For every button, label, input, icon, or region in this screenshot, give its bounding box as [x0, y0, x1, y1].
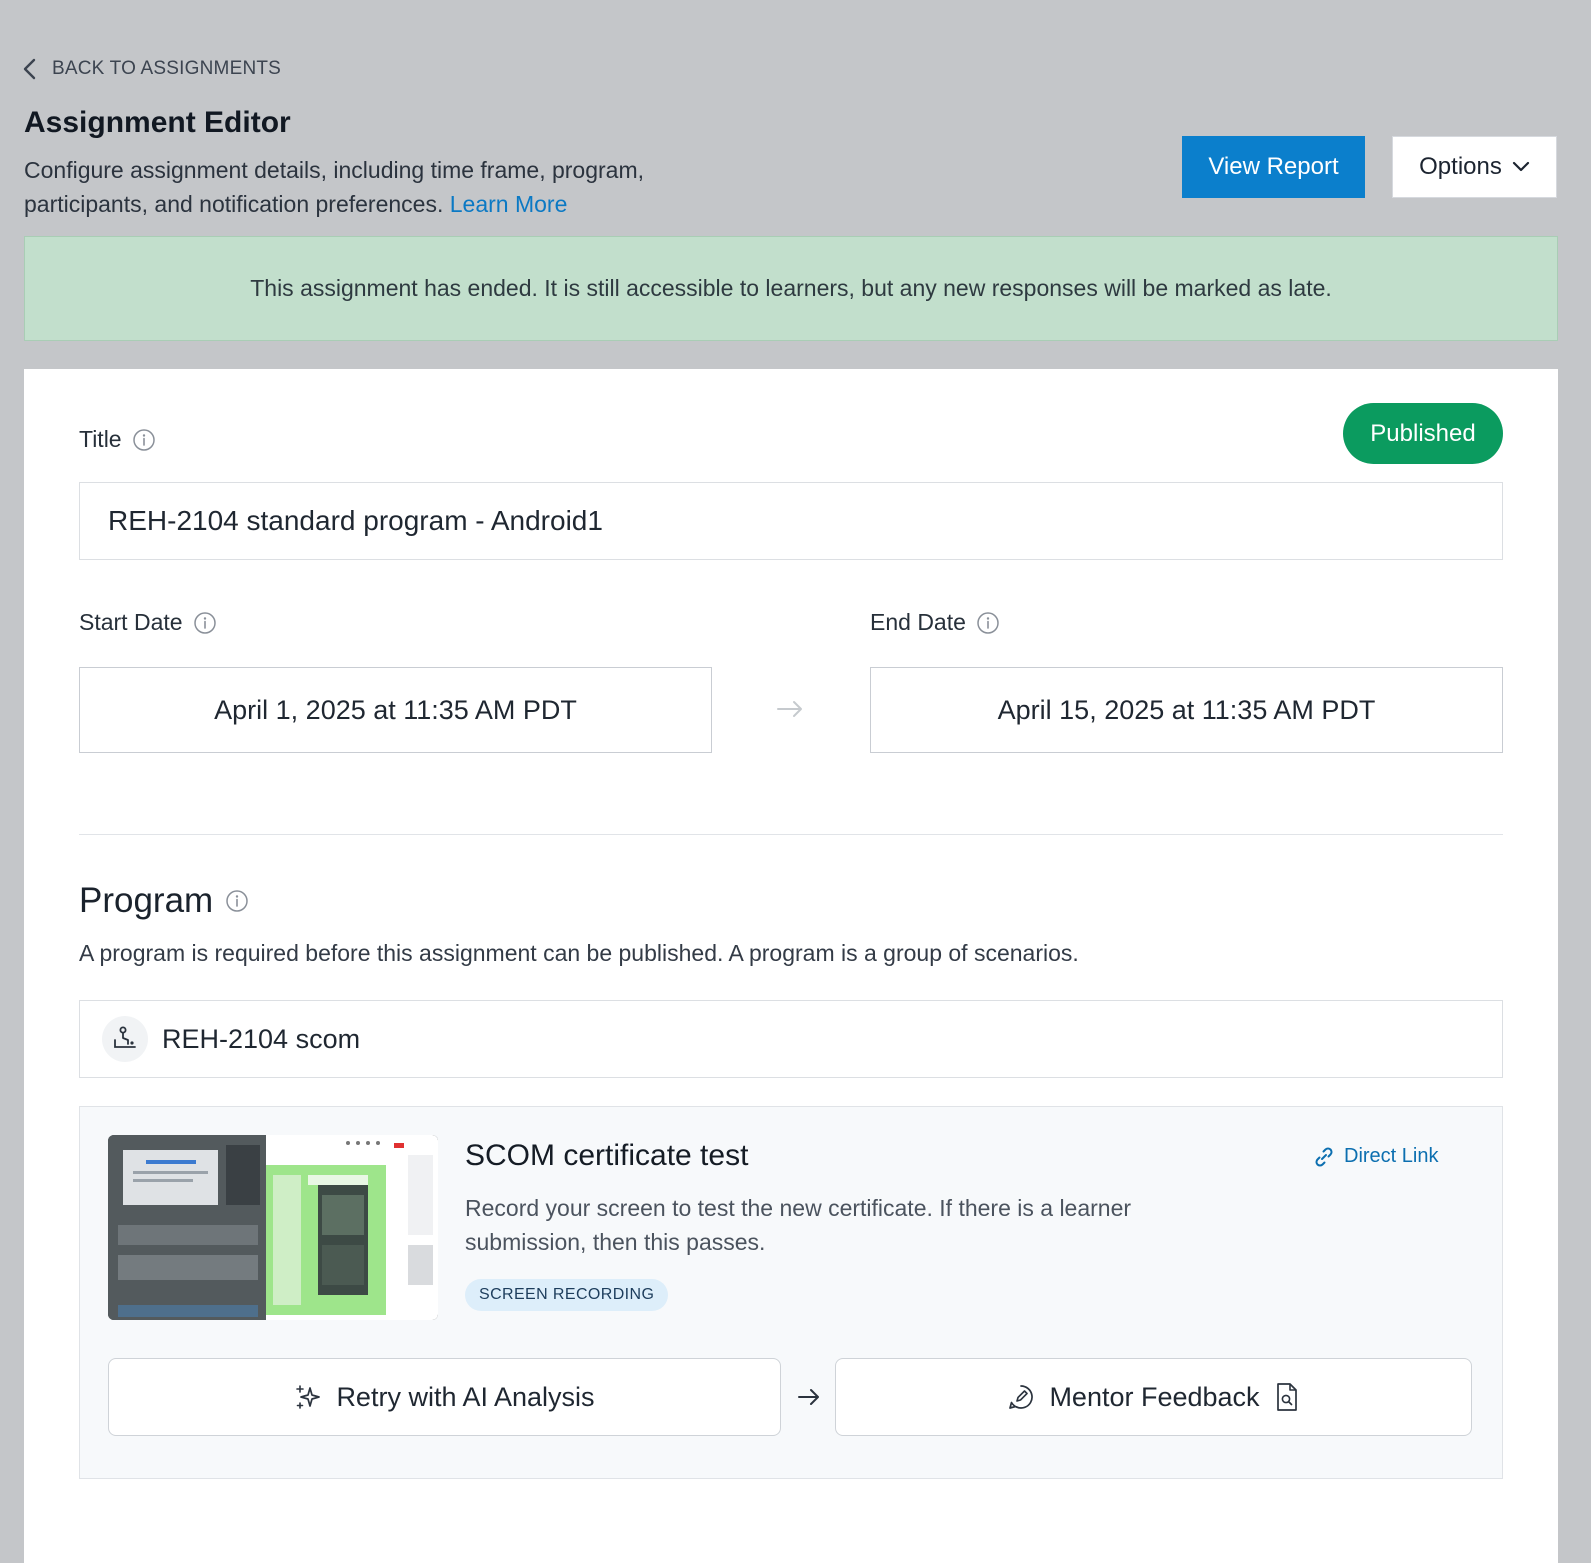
- assignment-ended-banner: This assignment has ended. It is still a…: [24, 236, 1558, 341]
- program-heading: Program: [79, 881, 249, 921]
- section-divider: [79, 834, 1503, 835]
- published-status-badge[interactable]: Published: [1343, 403, 1503, 464]
- title-input[interactable]: REH-2104 standard program - Android1: [79, 482, 1503, 560]
- chevron-down-icon: [1512, 161, 1529, 172]
- program-selector[interactable]: REH-2104 scom: [79, 1000, 1503, 1078]
- scenario-description: Record your screen to test the new certi…: [465, 1195, 1132, 1255]
- program-description: A program is required before this assign…: [79, 940, 1079, 966]
- program-heading-text: Program: [79, 881, 214, 920]
- chevron-left-icon: [23, 58, 36, 80]
- title-label-text: Title: [79, 426, 122, 452]
- assignment-form-card: Title Published REH-2104 standard progra…: [24, 369, 1558, 1563]
- start-date-picker[interactable]: April 1, 2025 at 11:35 AM PDT: [79, 667, 712, 753]
- options-label: Options: [1419, 153, 1502, 180]
- info-icon[interactable]: [976, 611, 1000, 635]
- program-icon-wrap: [102, 1016, 148, 1062]
- back-to-assignments-link[interactable]: BACK TO ASSIGNMENTS: [22, 58, 281, 80]
- scenario-title: SCOM certificate test: [465, 1139, 749, 1172]
- info-icon[interactable]: [225, 889, 249, 913]
- program-icon: [114, 1026, 136, 1048]
- learn-more-link[interactable]: Learn More: [450, 191, 568, 217]
- info-icon[interactable]: [193, 611, 217, 635]
- direct-link-label: Direct Link: [1344, 1145, 1439, 1167]
- back-label: BACK TO ASSIGNMENTS: [52, 58, 282, 79]
- arrow-right-icon: [798, 1389, 819, 1405]
- link-icon: [1315, 1146, 1333, 1167]
- page-description: Configure assignment details, including …: [24, 153, 724, 221]
- banner-message: This assignment has ended. It is still a…: [250, 275, 1332, 301]
- scenario-thumbnail: [108, 1135, 438, 1320]
- start-date-label: Start Date: [79, 609, 217, 636]
- assignment-editor-page: BACK TO ASSIGNMENTS Assignment Editor Co…: [0, 0, 1591, 1563]
- document-search-icon: [1276, 1383, 1297, 1411]
- options-dropdown-button[interactable]: Options: [1392, 136, 1557, 198]
- screen-recording-tag: SCREEN RECORDING: [465, 1279, 669, 1311]
- retry-ai-analysis-button[interactable]: Retry with AI Analysis: [108, 1358, 781, 1436]
- view-report-button[interactable]: View Report: [1182, 136, 1365, 198]
- mentor-feedback-button[interactable]: Mentor Feedback: [835, 1358, 1472, 1436]
- end-date-label: End Date: [870, 609, 1000, 636]
- page-title: Assignment Editor: [24, 106, 291, 139]
- arrow-right-icon: [777, 701, 802, 717]
- direct-link[interactable]: Direct Link: [1313, 1145, 1438, 1168]
- title-label: Title: [79, 426, 156, 453]
- sparkles-icon: [296, 1385, 321, 1409]
- start-date-label-text: Start Date: [79, 609, 183, 635]
- end-date-label-text: End Date: [870, 609, 966, 635]
- scenario-card: SCOM certificate test Record your screen…: [79, 1106, 1503, 1479]
- end-date-picker[interactable]: April 15, 2025 at 11:35 AM PDT: [870, 667, 1503, 753]
- chat-pen-icon: [1009, 1385, 1034, 1409]
- info-icon[interactable]: [132, 428, 156, 452]
- mentor-label: Mentor Feedback: [1049, 1381, 1260, 1412]
- program-name: REH-2104 scom: [162, 1023, 361, 1054]
- retry-label: Retry with AI Analysis: [336, 1381, 595, 1412]
